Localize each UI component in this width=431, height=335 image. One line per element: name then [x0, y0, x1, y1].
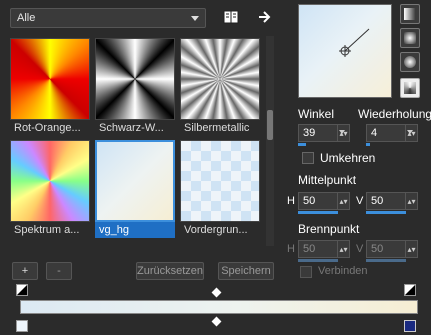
opacity-midpoint-handle[interactable] [211, 287, 222, 298]
invert-checkbox[interactable] [302, 152, 314, 164]
opacity-stop-start[interactable] [16, 284, 28, 296]
gallery-item-label: vg_hg [95, 222, 175, 238]
spinner-arrows-icon[interactable]: ▴▾ [337, 193, 349, 209]
center-label: Mittelpunkt [298, 173, 357, 187]
gradient-thumbnail [180, 140, 260, 222]
center-v-slider[interactable] [366, 211, 406, 214]
repeat-label: Wiederholung [358, 107, 431, 121]
center-h-value: 50 [303, 195, 316, 207]
color-stop-start[interactable] [16, 320, 28, 332]
radial-gradient-button[interactable] [400, 52, 420, 72]
rectangular-gradient-icon [404, 32, 416, 44]
spinner-arrows-icon[interactable]: ▴▾ [337, 241, 349, 257]
gradient-thumbnail [95, 38, 175, 120]
focus-h-slider[interactable] [298, 259, 338, 262]
center-v-label: V [356, 195, 364, 207]
center-v-value: 50 [371, 195, 384, 207]
repeat-slider[interactable] [366, 143, 370, 146]
color-midpoint-handle[interactable] [211, 316, 222, 327]
category-dropdown-value: Alle [17, 12, 36, 24]
chevron-down-icon [191, 16, 199, 21]
center-v-spinner[interactable]: 50 ▴▾ [366, 192, 418, 210]
center-h-slider[interactable] [298, 211, 338, 214]
linear-gradient-icon [404, 8, 416, 20]
gallery-item-label: Spektrum a... [14, 224, 80, 236]
rectangular-gradient-button[interactable] [400, 28, 420, 48]
category-dropdown[interactable]: Alle [10, 8, 206, 28]
gallery-item[interactable]: Rot-Orange... [10, 38, 90, 136]
link-label: Verbinden [318, 265, 368, 277]
gradient-thumbnail [95, 140, 175, 222]
save-button[interactable]: Speichern [218, 262, 274, 280]
focus-v-label: V [356, 243, 364, 255]
angle-value: 39 [303, 127, 316, 139]
gradient-bar[interactable] [20, 300, 418, 314]
sunburst-gradient-icon [404, 82, 416, 94]
center-h-spinner[interactable]: 50 ▴▾ [298, 192, 350, 210]
spinner-arrows-icon[interactable]: ▴▾ [405, 241, 417, 257]
link-checkbox[interactable] [300, 266, 312, 278]
sunburst-gradient-button[interactable] [400, 78, 420, 98]
gallery-scrollbar[interactable] [266, 36, 274, 246]
book-icon[interactable] [222, 8, 240, 26]
focus-h-spinner[interactable]: 50 ▴▾ [298, 240, 350, 258]
spinner-arrows-icon[interactable]: ▴▾ [405, 193, 417, 209]
gradient-gallery: Rot-Orange... Schwarz-W... Silbermetalli… [8, 36, 270, 246]
angle-slider[interactable] [298, 143, 306, 146]
gradient-preview[interactable] [298, 4, 392, 98]
repeat-value: 4 [371, 127, 378, 139]
gradient-thumbnail [10, 38, 90, 120]
arrow-right-icon[interactable] [256, 8, 274, 26]
gallery-item[interactable]: Vordergrun... [180, 140, 260, 238]
focus-v-spinner[interactable]: 50 ▴▾ [366, 240, 418, 258]
remove-stop-button[interactable]: - [46, 262, 72, 280]
color-stop-end[interactable] [404, 320, 416, 332]
invert-label: Umkehren [320, 151, 376, 165]
focus-h-value: 50 [303, 243, 316, 255]
chevron-down-icon[interactable] [407, 130, 413, 134]
gallery-item-label: Schwarz-W... [99, 122, 164, 134]
gallery-item-label: Rot-Orange... [14, 122, 81, 134]
gallery-item-label: Vordergrun... [184, 224, 248, 236]
center-h-label: H [287, 195, 295, 207]
reset-button[interactable]: Zurücksetzen [136, 262, 204, 280]
gallery-scrollbar-thumb[interactable] [267, 110, 273, 140]
gallery-item[interactable]: vg_hg [95, 140, 175, 238]
focus-v-slider[interactable] [366, 259, 406, 262]
linear-gradient-button[interactable] [400, 4, 420, 24]
radial-gradient-icon [404, 56, 416, 68]
angle-label: Winkel [298, 107, 335, 121]
focus-label: Brennpunkt [298, 222, 360, 236]
gradient-thumbnail [180, 38, 260, 120]
gallery-item[interactable]: Schwarz-W... [95, 38, 175, 136]
add-stop-button[interactable]: + [12, 262, 38, 280]
opacity-stop-end[interactable] [404, 284, 416, 296]
gradient-thumbnail [10, 140, 90, 222]
gallery-item[interactable]: Spektrum a... [10, 140, 90, 238]
focus-h-label: H [287, 243, 295, 255]
focus-v-value: 50 [371, 243, 384, 255]
chevron-down-icon[interactable] [339, 130, 345, 134]
gallery-item-label: Silbermetallic [184, 122, 250, 134]
gallery-item[interactable]: Silbermetallic [180, 38, 260, 136]
